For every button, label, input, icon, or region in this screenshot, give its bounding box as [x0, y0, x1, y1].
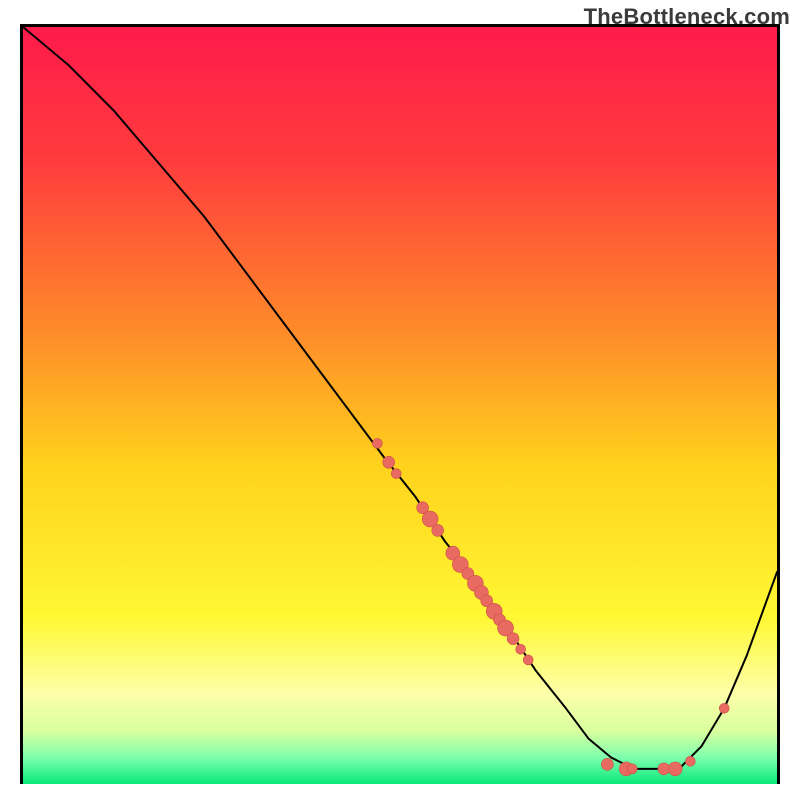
- curve-marker: [507, 633, 519, 645]
- curve-marker: [432, 524, 444, 536]
- curve-marker: [372, 438, 382, 448]
- curve-marker: [668, 762, 682, 776]
- curve-marker: [523, 655, 533, 665]
- chart-stage: TheBottleneck.com: [0, 0, 800, 800]
- curve-marker: [627, 764, 637, 774]
- chart-svg: [23, 27, 777, 784]
- curve-marker: [685, 756, 695, 766]
- watermark-text: TheBottleneck.com: [584, 4, 790, 30]
- plot-area: [20, 24, 780, 784]
- curve-marker: [516, 644, 526, 654]
- curve-marker: [383, 456, 395, 468]
- curve-marker: [601, 758, 613, 770]
- curve-marker: [391, 469, 401, 479]
- gradient-background: [23, 27, 777, 784]
- curve-marker: [719, 703, 729, 713]
